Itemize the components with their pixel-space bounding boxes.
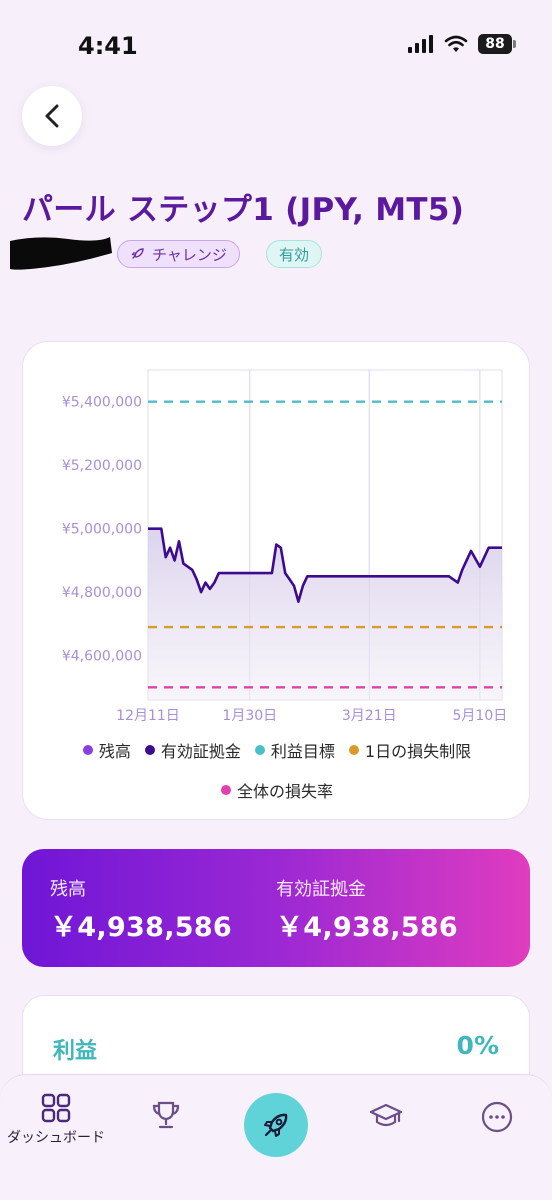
- legend-equity-label: 有効証拠金: [160, 742, 241, 761]
- rocket-icon: [264, 1113, 288, 1137]
- challenge-badge: チャレンジ: [117, 240, 240, 268]
- legend-profit-target[interactable]: 利益目標: [254, 738, 335, 762]
- nav-more[interactable]: [480, 1101, 514, 1133]
- profit-value: 0%: [456, 1031, 499, 1060]
- nav-education[interactable]: [368, 1101, 404, 1131]
- legend-daily-loss-dot: [348, 745, 359, 755]
- legend-overall-loss-dot: [220, 785, 231, 795]
- nav-dashboard-label: ダッシュボード: [7, 1130, 105, 1146]
- x-tick-label: 5月10日: [453, 708, 508, 724]
- legend-profit-target-label: 利益目標: [270, 742, 335, 761]
- status-icons: 88: [408, 34, 516, 54]
- nav-dashboard[interactable]: ダッシュボード: [0, 1093, 112, 1147]
- challenge-badge-label: チャレンジ: [152, 245, 227, 264]
- signal-icon: [408, 35, 433, 53]
- legend-balance-dot: [82, 745, 93, 755]
- screen: 4:41 88 パール ステップ1 (JPY, MT5) チャレンジ 有効 ¥5…: [0, 0, 552, 1200]
- x-tick-label: 1月30日: [222, 708, 277, 724]
- legend-profit-target-dot: [254, 745, 265, 755]
- chart-card: ¥5,400,000 ¥5,200,000 ¥5,000,000 ¥4,800,000…: [22, 341, 530, 820]
- x-tick-label: 12月11日: [116, 708, 180, 724]
- legend-overall-loss-label: 全体の損失率: [236, 782, 333, 801]
- equity-area: [148, 528, 502, 700]
- wifi-icon: [444, 35, 468, 52]
- bottom-nav: ダッシュボード: [0, 1074, 552, 1200]
- active-badge-label: 有効: [279, 245, 310, 264]
- active-badge: 有効: [266, 240, 323, 268]
- battery-icon: 88: [478, 34, 516, 54]
- legend-daily-loss[interactable]: 1日の損失制限: [348, 738, 472, 762]
- rocket-icon: [131, 248, 144, 259]
- equity-value: ￥4,938,586: [276, 912, 459, 943]
- back-button[interactable]: [22, 86, 82, 146]
- x-tick-label: 3月21日: [342, 708, 397, 724]
- profit-label: 利益: [53, 1039, 98, 1064]
- equity-label: 有効証拠金: [276, 879, 366, 900]
- y-tick-label: ¥5,400,000: [62, 395, 142, 411]
- legend-balance[interactable]: 残高: [82, 738, 131, 762]
- legend-equity[interactable]: 有効証拠金: [144, 738, 241, 762]
- page-title: パール ステップ1 (JPY, MT5): [22, 192, 465, 228]
- y-tick-label: ¥5,000,000: [62, 522, 142, 538]
- nav-trophy[interactable]: [148, 1099, 184, 1131]
- legend-row-2: 全体の損失率: [23, 778, 531, 802]
- y-tick-label: ¥4,600,000: [62, 649, 142, 665]
- status-time: 4:41: [78, 32, 138, 60]
- balance-value: ￥4,938,586: [50, 912, 233, 943]
- graduation-cap-icon: [369, 1103, 403, 1127]
- nav-challenge-button[interactable]: [244, 1093, 308, 1157]
- y-tick-label: ¥4,800,000: [62, 585, 142, 601]
- legend-equity-dot: [144, 745, 155, 755]
- trophy-icon: [152, 1101, 180, 1129]
- y-tick-label: ¥5,200,000: [62, 458, 142, 474]
- more-icon: [481, 1101, 513, 1133]
- equity-chart: ¥5,400,000 ¥5,200,000 ¥5,000,000 ¥4,800,000…: [62, 369, 508, 724]
- balance-card: 残高 ￥4,938,586 有効証拠金 ￥4,938,586: [22, 849, 530, 967]
- dashboard-grid-icon: [41, 1093, 71, 1123]
- account-id-redaction: [10, 237, 112, 270]
- balance-label: 残高: [50, 879, 86, 900]
- chart-legend: 残高 有効証拠金 利益目標 1日の損失制限 全体の損失率: [23, 738, 531, 818]
- legend-row-1: 残高 有効証拠金 利益目標 1日の損失制限: [23, 738, 531, 762]
- legend-balance-label: 残高: [98, 742, 131, 761]
- legend-overall-loss[interactable]: 全体の損失率: [220, 778, 333, 802]
- legend-daily-loss-label: 1日の損失制限: [364, 742, 472, 761]
- chevron-left-icon: [45, 104, 59, 128]
- status-bar: 4:41 88: [0, 0, 552, 90]
